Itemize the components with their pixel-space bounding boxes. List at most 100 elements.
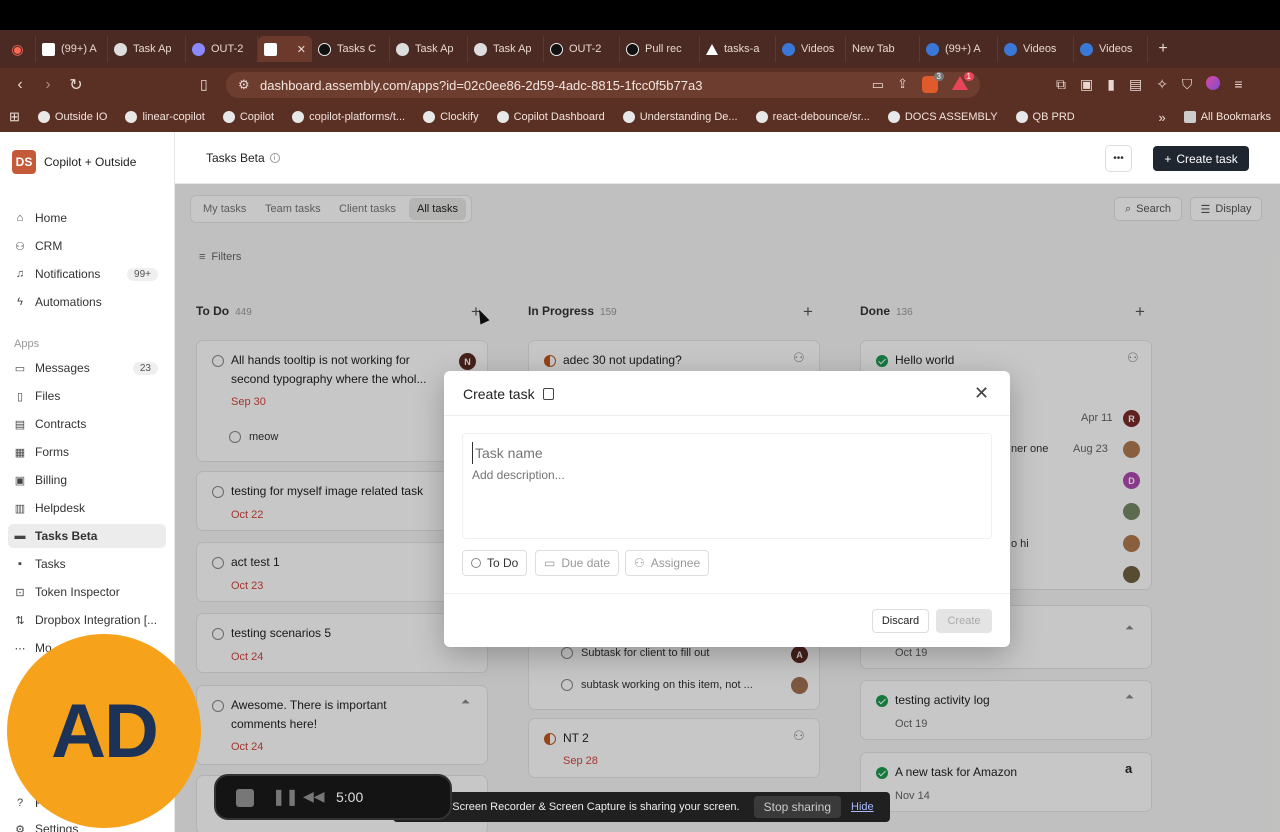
vpn-icon[interactable]: ⛉ [1182, 76, 1193, 93]
menu-icon[interactable]: ≡ [1234, 76, 1242, 93]
sidebar-app-item[interactable]: ▯ Files [8, 384, 166, 408]
browser-tab[interactable]: New Tab [846, 36, 920, 62]
bookmark-icon[interactable]: ▯ [200, 76, 208, 93]
calendar-icon: ▭ [544, 556, 556, 570]
assignee-select[interactable]: ⚇ Assignee [625, 550, 710, 576]
browser-tab[interactable]: Videos [1074, 36, 1148, 62]
sidebar-app-item[interactable]: ▤ Contracts [8, 412, 166, 436]
bookmark-item[interactable]: Copilot Dashboard [488, 111, 614, 123]
cast-icon[interactable]: ▭ [872, 77, 884, 93]
hide-link[interactable]: Hide [851, 801, 874, 813]
camera-bubble-avatar[interactable]: AD [7, 634, 201, 828]
browser-tab[interactable]: OUT-2 [186, 36, 258, 62]
bookmark-favicon-icon [496, 111, 509, 123]
modal-footer-divider [444, 593, 1010, 594]
browser-tab[interactable]: (99+) A [920, 36, 998, 62]
folder-icon: ▯ [16, 390, 24, 403]
sidebar-app-item[interactable]: ⊡ Token Inspector [8, 580, 166, 604]
warn-count-badge: 1 [963, 72, 974, 81]
all-bookmarks[interactable]: All Bookmarks [1175, 111, 1280, 123]
template-icon[interactable] [542, 388, 554, 400]
browser-tab[interactable]: Pull rec [620, 36, 700, 62]
bookmark-item[interactable]: QB PRD [1007, 111, 1084, 123]
browser-tab[interactable]: ✕ [258, 36, 312, 62]
forward-icon[interactable]: › [34, 71, 62, 99]
record-icon[interactable]: ◉ [0, 36, 36, 62]
address-bar[interactable]: ⚙ dashboard.assembly.com/apps?id=02c0ee8… [226, 72, 980, 98]
sidebar-app-item[interactable]: ▭ Messages 23 [8, 356, 166, 380]
close-tab-icon[interactable]: ✕ [297, 43, 306, 56]
task-description-input[interactable] [472, 468, 972, 528]
sidebar-item-home[interactable]: ⌂ Home [8, 206, 166, 230]
sidebar-app-item[interactable]: ▪ Tasks [8, 552, 166, 576]
browser-tab[interactable]: tasks-a [700, 36, 776, 62]
task-name-input[interactable] [472, 442, 972, 464]
globe-icon [474, 42, 487, 56]
bookmark-item[interactable]: linear-copilot [116, 111, 213, 123]
sidebar-item-notifications[interactable]: ♫ Notifications 99+ [8, 262, 166, 286]
stop-sharing-button[interactable]: Stop sharing [753, 796, 841, 818]
share-icon[interactable]: ⇪ [897, 76, 908, 92]
discard-button[interactable]: Discard [872, 609, 929, 633]
bookmark-item[interactable]: react-debounce/sr... [747, 111, 879, 123]
close-icon[interactable]: ✕ [974, 383, 989, 404]
browser-tab[interactable]: Task Ap [468, 36, 544, 62]
sidebar-item-crm[interactable]: ⚇ CRM [8, 234, 166, 258]
info-icon[interactable]: i [269, 153, 280, 163]
plus-icon: + [1164, 151, 1172, 166]
pause-record-button[interactable]: ❚❚ [272, 787, 299, 807]
sidebar-app-item[interactable]: ▬ Tasks Beta [8, 524, 166, 548]
browser-tab[interactable]: Videos [998, 36, 1074, 62]
form-icon: ▦ [14, 446, 26, 459]
sidebar-app-item[interactable]: ▥ Helpdesk [8, 496, 166, 520]
bookmark-favicon-icon [755, 111, 768, 123]
site-info-icon[interactable]: ⚙ [238, 77, 250, 93]
bookmark-item[interactable]: Copilot [214, 111, 283, 123]
wallet-icon[interactable]: ▤ [1129, 76, 1142, 93]
bookmark-item[interactable]: Outside IO [29, 111, 117, 123]
sidebar-item-automations[interactable]: ϟ Automations [8, 290, 166, 314]
vercel-icon [706, 43, 718, 55]
gear-icon [926, 42, 939, 56]
workspace-switcher[interactable]: DS Copilot + Outside [12, 150, 136, 174]
page-title: Tasks Beta [206, 151, 265, 165]
browser-tab[interactable]: (99+) A [36, 36, 108, 62]
tab-label: New Tab [852, 43, 895, 55]
stop-record-button[interactable] [236, 789, 254, 807]
tab-label: (99+) A [61, 43, 97, 55]
apps-grid-icon[interactable]: ⊞ [0, 109, 29, 125]
browser-actions: ⧉ ▣ ▮ ▤ ✧ ⛉ ≡ [1056, 76, 1243, 93]
browser-tab[interactable]: Videos [776, 36, 846, 62]
screen-share-bar: ⏸ Loom – Screen Recorder & Screen Captur… [393, 792, 890, 822]
leo-icon[interactable]: ✧ [1156, 76, 1168, 93]
status-select[interactable]: To Do [462, 550, 528, 576]
notification-count-badge: 99+ [127, 267, 158, 281]
create-task-button[interactable]: + Create task [1153, 146, 1249, 171]
reader-icon[interactable]: ▣ [1080, 76, 1093, 93]
new-tab-button[interactable]: + [1148, 36, 1178, 62]
bookmark-item[interactable]: Clockify [414, 111, 488, 123]
browser-tab[interactable]: Task Ap [390, 36, 468, 62]
browser-tab[interactable]: Task Ap [108, 36, 186, 62]
sidebar-app-item[interactable]: ▣ Billing [8, 468, 166, 492]
extensions-icon[interactable]: ⧉ [1056, 76, 1066, 93]
bookmark-item[interactable]: Understanding De... [614, 111, 747, 123]
due-date-picker[interactable]: ▭ Due date [535, 550, 620, 576]
create-button[interactable]: Create [936, 609, 992, 633]
browser-tab[interactable]: Tasks C [312, 36, 390, 62]
rewind-button[interactable]: ◀◀ [303, 788, 325, 805]
profile-icon[interactable] [1206, 76, 1221, 90]
sidebar-toggle-icon[interactable]: ▮ [1107, 76, 1115, 93]
tab-label: Videos [1023, 43, 1057, 55]
status-todo-icon [471, 558, 481, 568]
browser-tab[interactable]: OUT-2 [544, 36, 620, 62]
reload-icon[interactable]: ↻ [62, 71, 90, 99]
more-options-button[interactable]: ••• [1105, 145, 1132, 172]
sidebar-app-item[interactable]: ⇅ Dropbox Integration [... [8, 608, 166, 632]
back-icon[interactable]: ‹ [6, 71, 34, 99]
sidebar-app-item[interactable]: ▦ Forms [8, 440, 166, 464]
bookmark-item[interactable]: copilot-platforms/t... [283, 111, 414, 123]
tab-label: Task Ap [133, 43, 172, 55]
bookmark-item[interactable]: DOCS ASSEMBLY [879, 111, 1007, 123]
more-bookmarks-icon[interactable]: » [1149, 110, 1174, 125]
